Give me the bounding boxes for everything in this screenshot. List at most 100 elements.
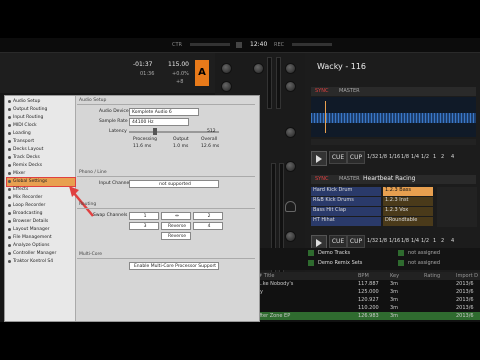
remix-slot[interactable]: HT Hihat	[311, 217, 381, 226]
input-channel-select[interactable]: not supported	[129, 180, 219, 188]
play-button[interactable]	[311, 151, 327, 166]
category-item[interactable]: Track Decks	[7, 154, 75, 162]
deck-a-letter[interactable]: A	[195, 60, 209, 86]
category-item-selected[interactable]: Global Settings	[6, 177, 76, 187]
loop-size[interactable]: 2	[441, 238, 444, 245]
channel-1-button[interactable]: 1	[129, 212, 159, 220]
waveform[interactable]	[311, 97, 476, 137]
channel-fader[interactable]	[267, 57, 272, 109]
table-row[interactable]: 120.927 3m 2013/6	[254, 296, 480, 304]
settings-icon[interactable]	[236, 42, 242, 48]
category-item[interactable]: Loop Recorder	[7, 202, 75, 210]
category-item[interactable]: Mix Recorder	[7, 194, 75, 202]
table-row[interactable]: 110.200 3m 2013/6	[254, 304, 480, 312]
cup-button[interactable]: CUP	[347, 151, 365, 164]
swap-arrow[interactable]: ⇔	[161, 212, 191, 220]
category-item[interactable]: Broadcasting	[7, 210, 75, 218]
cue-button[interactable]: CUE	[329, 235, 347, 248]
table-row-selected[interactable]: ifter Zone EP 126.983 3m 2013/6	[254, 312, 480, 320]
loop-size[interactable]: 1	[433, 238, 436, 245]
remix-slot[interactable]: 1.2.3 Inst	[383, 197, 433, 206]
favorite-folder[interactable]: Demo Tracks	[318, 250, 350, 257]
latency-slider-handle[interactable]	[153, 128, 157, 135]
category-item[interactable]: Layout Manager	[7, 226, 75, 234]
master-label[interactable]: MASTER	[339, 88, 360, 95]
loop-size[interactable]: 1/8	[379, 238, 387, 245]
channel-3-button[interactable]: 3	[129, 222, 159, 230]
column-header[interactable]: BPM	[358, 272, 369, 280]
latency-slider[interactable]	[129, 131, 219, 133]
eq-knob[interactable]	[285, 81, 296, 92]
loop-size[interactable]: 1/8	[379, 154, 387, 161]
category-item[interactable]: Remix Decks	[7, 162, 75, 170]
remix-slot[interactable]: R&B Kick Drums	[311, 197, 381, 206]
loop-size[interactable]: 1/32	[367, 238, 378, 245]
loop-size[interactable]: 2	[441, 154, 444, 161]
remix-slot[interactable]: 1.2.3 Bass	[383, 187, 433, 196]
channel-4-button[interactable]: 4	[193, 222, 223, 230]
channel-2-button[interactable]: 2	[193, 212, 223, 220]
loop-size[interactable]: 1/8	[401, 238, 409, 245]
category-item[interactable]: Transport	[7, 138, 75, 146]
category-item[interactable]: Browser Details	[7, 218, 75, 226]
master-label[interactable]: MASTER	[339, 176, 360, 183]
loop-size[interactable]: 1/4	[411, 238, 419, 245]
slot-column-3[interactable]	[437, 187, 477, 227]
category-label: Loading	[13, 131, 31, 136]
favorite-slot[interactable]: not assigned	[408, 250, 440, 257]
gain-knob[interactable]	[253, 63, 264, 74]
column-header[interactable]: # Title	[258, 272, 275, 280]
favorite-slot[interactable]: not assigned	[408, 260, 440, 267]
category-item[interactable]: Loading	[7, 130, 75, 138]
category-item[interactable]: Mixer	[7, 170, 75, 178]
loop-size[interactable]: 4	[451, 154, 454, 161]
filter-knob[interactable]	[285, 161, 296, 172]
loop-size[interactable]: 1/16	[389, 238, 400, 245]
reverse-button[interactable]: Reverse	[161, 222, 191, 230]
reverse-button[interactable]: Reverse	[161, 232, 191, 240]
column-header[interactable]: Import D	[456, 272, 478, 280]
gain-knob[interactable]	[221, 63, 232, 74]
loop-size[interactable]: 4	[451, 238, 454, 245]
sync-label[interactable]: SYNC	[315, 88, 328, 95]
traktor-window: CTR 12:40 REC -01:37 01:36 115.00 +0.0% …	[0, 38, 480, 322]
sample-rate-select[interactable]: 44100 Hz	[129, 118, 189, 126]
eq-knob[interactable]	[285, 231, 296, 242]
filter-knob[interactable]	[285, 127, 296, 138]
category-item[interactable]: Effects	[7, 186, 75, 194]
remix-slot[interactable]: Bass Hit Clap	[311, 207, 381, 216]
favorite-folder[interactable]: Demo Remix Sets	[318, 260, 362, 267]
remix-slot[interactable]: Hard Kick Drum	[311, 187, 381, 196]
eq-knob[interactable]	[221, 81, 232, 92]
column-header[interactable]: Key	[390, 272, 399, 280]
remix-slot[interactable]: 1.2.3 Vox	[383, 207, 433, 216]
cue-button[interactable]: CUE	[329, 151, 347, 164]
sync-label[interactable]: SYNC	[315, 176, 328, 183]
loop-size[interactable]: 1	[433, 154, 436, 161]
category-item[interactable]: Traktor Kontrol S4	[7, 258, 75, 266]
category-item[interactable]: File Management	[7, 234, 75, 242]
category-item[interactable]: Audio Setup	[7, 98, 75, 106]
channel-fader[interactable]	[276, 57, 281, 109]
loop-size[interactable]: 1/2	[421, 238, 429, 245]
category-item[interactable]: Decks Layout	[7, 146, 75, 154]
table-row[interactable]: ...ke Nobody's 117.887 3m 2013/6	[254, 280, 480, 288]
category-item[interactable]: Input Routing	[7, 114, 75, 122]
loop-size[interactable]: 1/4	[411, 154, 419, 161]
table-row[interactable]: ty 125.000 3m 2013/6	[254, 288, 480, 296]
category-item[interactable]: MIDI Clock	[7, 122, 75, 130]
cup-button[interactable]: CUP	[347, 235, 365, 248]
column-header[interactable]: Rating	[424, 272, 440, 280]
category-item[interactable]: Controller Manager	[7, 250, 75, 258]
category-item[interactable]: Analyze Options	[7, 242, 75, 250]
headphone-icon[interactable]	[285, 201, 296, 212]
loop-size[interactable]: 1/8	[401, 154, 409, 161]
multicore-button[interactable]: Enable Multi-Core Processor Support	[129, 262, 219, 270]
loop-size[interactable]: 1/16	[389, 154, 400, 161]
audio-device-select[interactable]: Komplete Audio 6	[129, 108, 199, 116]
remix-slot[interactable]: DRoundtable	[383, 217, 433, 226]
gain-knob[interactable]	[285, 63, 296, 74]
category-item[interactable]: Output Routing	[7, 106, 75, 114]
loop-size[interactable]: 1/32	[367, 154, 378, 161]
loop-size[interactable]: 1/2	[421, 154, 429, 161]
